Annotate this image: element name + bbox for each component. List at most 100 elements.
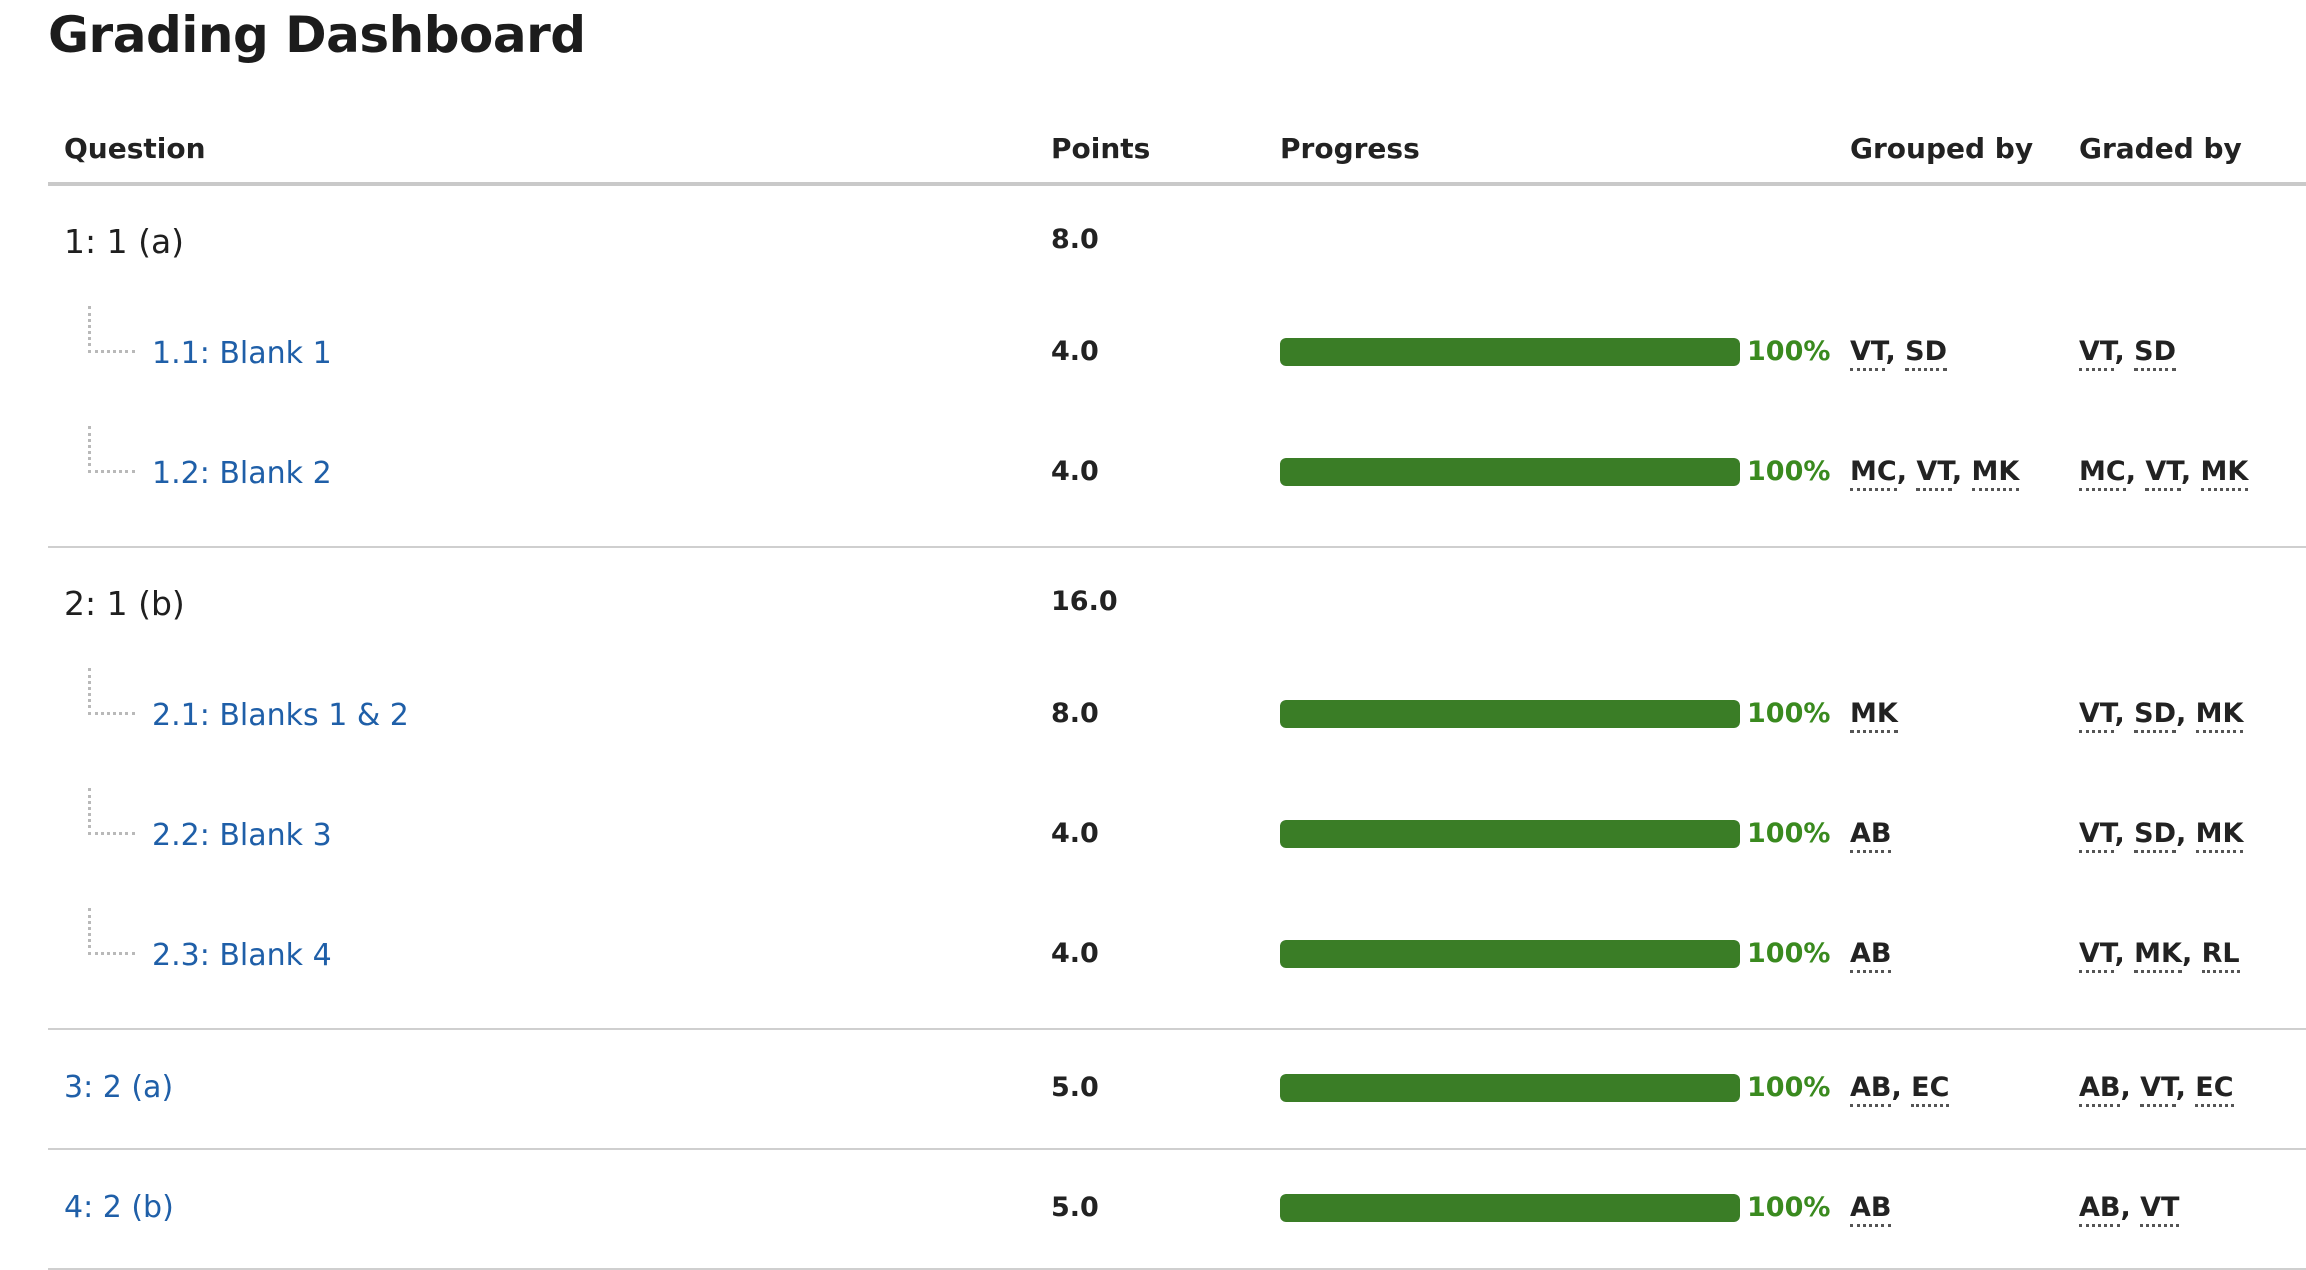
question-title: 1: 1 (a) bbox=[64, 222, 185, 261]
user-initials: VT bbox=[2079, 698, 2115, 733]
header-question: Question bbox=[64, 132, 206, 165]
subquestion-row: 1.2: Blank 2 4.0 100% MC, VT, MK MC, VT,… bbox=[48, 426, 2306, 546]
user-initials: SD bbox=[1905, 336, 1947, 371]
name-separator: , bbox=[2120, 1192, 2141, 1223]
question-link[interactable]: 1.1: Blank 1 bbox=[152, 336, 332, 371]
question-link[interactable]: 2.2: Blank 3 bbox=[152, 818, 332, 853]
user-initials: AB bbox=[2079, 1072, 2121, 1107]
points-value: 16.0 bbox=[1051, 586, 1118, 617]
tree-connector bbox=[88, 668, 135, 715]
progress-fill bbox=[1280, 458, 1740, 486]
graded-by-names: VT, SD, MK bbox=[2079, 698, 2244, 733]
user-initials: SD bbox=[2134, 336, 2176, 371]
question-title: 2: 1 (b) bbox=[64, 584, 185, 623]
user-initials: VT bbox=[2145, 456, 2181, 491]
user-initials: VT bbox=[2079, 938, 2115, 973]
user-initials: VT bbox=[2140, 1072, 2176, 1107]
user-initials: MK bbox=[2195, 818, 2244, 853]
header-progress: Progress bbox=[1280, 132, 1420, 165]
progress-bar bbox=[1280, 1194, 1740, 1222]
name-separator: , bbox=[2181, 938, 2202, 969]
points-value: 5.0 bbox=[1051, 1072, 1099, 1103]
user-initials: AB bbox=[1850, 1072, 1892, 1107]
header-graded-by: Graded by bbox=[2079, 132, 2242, 165]
grouped-by-names: MK bbox=[1850, 698, 1898, 733]
grouped-by-names: MC, VT, MK bbox=[1850, 456, 2020, 491]
progress-fill bbox=[1280, 820, 1740, 848]
progress-fill bbox=[1280, 700, 1740, 728]
graded-by-names: VT, SD, MK bbox=[2079, 818, 2244, 853]
name-separator: , bbox=[2176, 698, 2196, 729]
user-initials: VT bbox=[2079, 818, 2115, 853]
question-link[interactable]: 3: 2 (a) bbox=[64, 1070, 173, 1105]
name-separator: , bbox=[2120, 1072, 2141, 1103]
progress-bar bbox=[1280, 338, 1740, 366]
grouped-by-names: AB bbox=[1850, 938, 1892, 973]
progress-fill bbox=[1280, 1194, 1740, 1222]
grouped-by-names: AB bbox=[1850, 818, 1892, 853]
progress-fill bbox=[1280, 940, 1740, 968]
graded-by-names: MC, VT, MK bbox=[2079, 456, 2249, 491]
name-separator: , bbox=[2125, 456, 2146, 487]
question-group-row: 1: 1 (a) 8.0 bbox=[48, 186, 2306, 306]
name-separator: , bbox=[1885, 336, 1906, 367]
points-value: 5.0 bbox=[1051, 1192, 1099, 1223]
user-initials: AB bbox=[1850, 938, 1892, 973]
progress-percent: 100% bbox=[1747, 818, 1831, 849]
progress-percent: 100% bbox=[1747, 456, 1831, 487]
question-link[interactable]: 4: 2 (b) bbox=[64, 1190, 174, 1225]
name-separator: , bbox=[2176, 818, 2196, 849]
subquestion-row: 1.1: Blank 1 4.0 100% VT, SD VT, SD bbox=[48, 306, 2306, 426]
subquestion-row: 2.1: Blanks 1 & 2 8.0 100% MK VT, SD, MK bbox=[48, 668, 2306, 788]
user-initials: VT bbox=[1850, 336, 1886, 371]
table-header: Question Points Progress Grouped by Grad… bbox=[48, 118, 2306, 186]
progress-bar bbox=[1280, 820, 1740, 848]
progress-bar bbox=[1280, 940, 1740, 968]
graded-by-names: AB, VT, EC bbox=[2079, 1072, 2234, 1107]
user-initials: AB bbox=[1850, 1192, 1892, 1227]
progress-bar bbox=[1280, 458, 1740, 486]
progress-bar bbox=[1280, 1074, 1740, 1102]
name-separator: , bbox=[1951, 456, 1972, 487]
graded-by-names: VT, MK, RL bbox=[2079, 938, 2240, 973]
progress-percent: 100% bbox=[1747, 336, 1831, 367]
name-separator: , bbox=[2114, 938, 2135, 969]
user-initials: SD bbox=[2134, 818, 2176, 853]
points-value: 4.0 bbox=[1051, 938, 1099, 969]
question-row: 4: 2 (b) 5.0 100% AB AB, VT bbox=[48, 1150, 2306, 1268]
user-initials: MC bbox=[1850, 456, 1897, 491]
user-initials: MK bbox=[2195, 698, 2244, 733]
grouped-by-names: VT, SD bbox=[1850, 336, 1947, 371]
user-initials: MK bbox=[1850, 698, 1898, 733]
grouped-by-names: AB bbox=[1850, 1192, 1892, 1227]
page-title: Grading Dashboard bbox=[48, 6, 586, 64]
user-initials: AB bbox=[1850, 818, 1892, 853]
question-link[interactable]: 1.2: Blank 2 bbox=[152, 456, 332, 491]
progress-bar bbox=[1280, 700, 1740, 728]
tree-connector bbox=[88, 426, 135, 473]
points-value: 4.0 bbox=[1051, 818, 1099, 849]
grouped-by-names: AB, EC bbox=[1850, 1072, 1950, 1107]
question-link[interactable]: 2.1: Blanks 1 & 2 bbox=[152, 698, 409, 733]
user-initials: AB bbox=[2079, 1192, 2121, 1227]
user-initials: MC bbox=[2079, 456, 2126, 491]
user-initials: RL bbox=[2201, 938, 2240, 973]
graded-by-names: AB, VT bbox=[2079, 1192, 2180, 1227]
user-initials: MK bbox=[2200, 456, 2249, 491]
points-value: 4.0 bbox=[1051, 456, 1099, 487]
progress-percent: 100% bbox=[1747, 698, 1831, 729]
progress-percent: 100% bbox=[1747, 1072, 1831, 1103]
name-separator: , bbox=[2175, 1072, 2196, 1103]
name-separator: , bbox=[2114, 336, 2135, 367]
graded-by-names: VT, SD bbox=[2079, 336, 2176, 371]
question-link[interactable]: 2.3: Blank 4 bbox=[152, 938, 332, 973]
points-value: 4.0 bbox=[1051, 336, 1099, 367]
subquestion-row: 2.3: Blank 4 4.0 100% AB VT, MK, RL bbox=[48, 908, 2306, 1028]
progress-fill bbox=[1280, 1074, 1740, 1102]
user-initials: VT bbox=[2140, 1192, 2180, 1227]
name-separator: , bbox=[1896, 456, 1917, 487]
points-value: 8.0 bbox=[1051, 698, 1099, 729]
subquestion-row: 2.2: Blank 3 4.0 100% AB VT, SD, MK bbox=[48, 788, 2306, 908]
question-group-row: 2: 1 (b) 16.0 bbox=[48, 548, 2306, 668]
user-initials: EC bbox=[1911, 1072, 1950, 1107]
